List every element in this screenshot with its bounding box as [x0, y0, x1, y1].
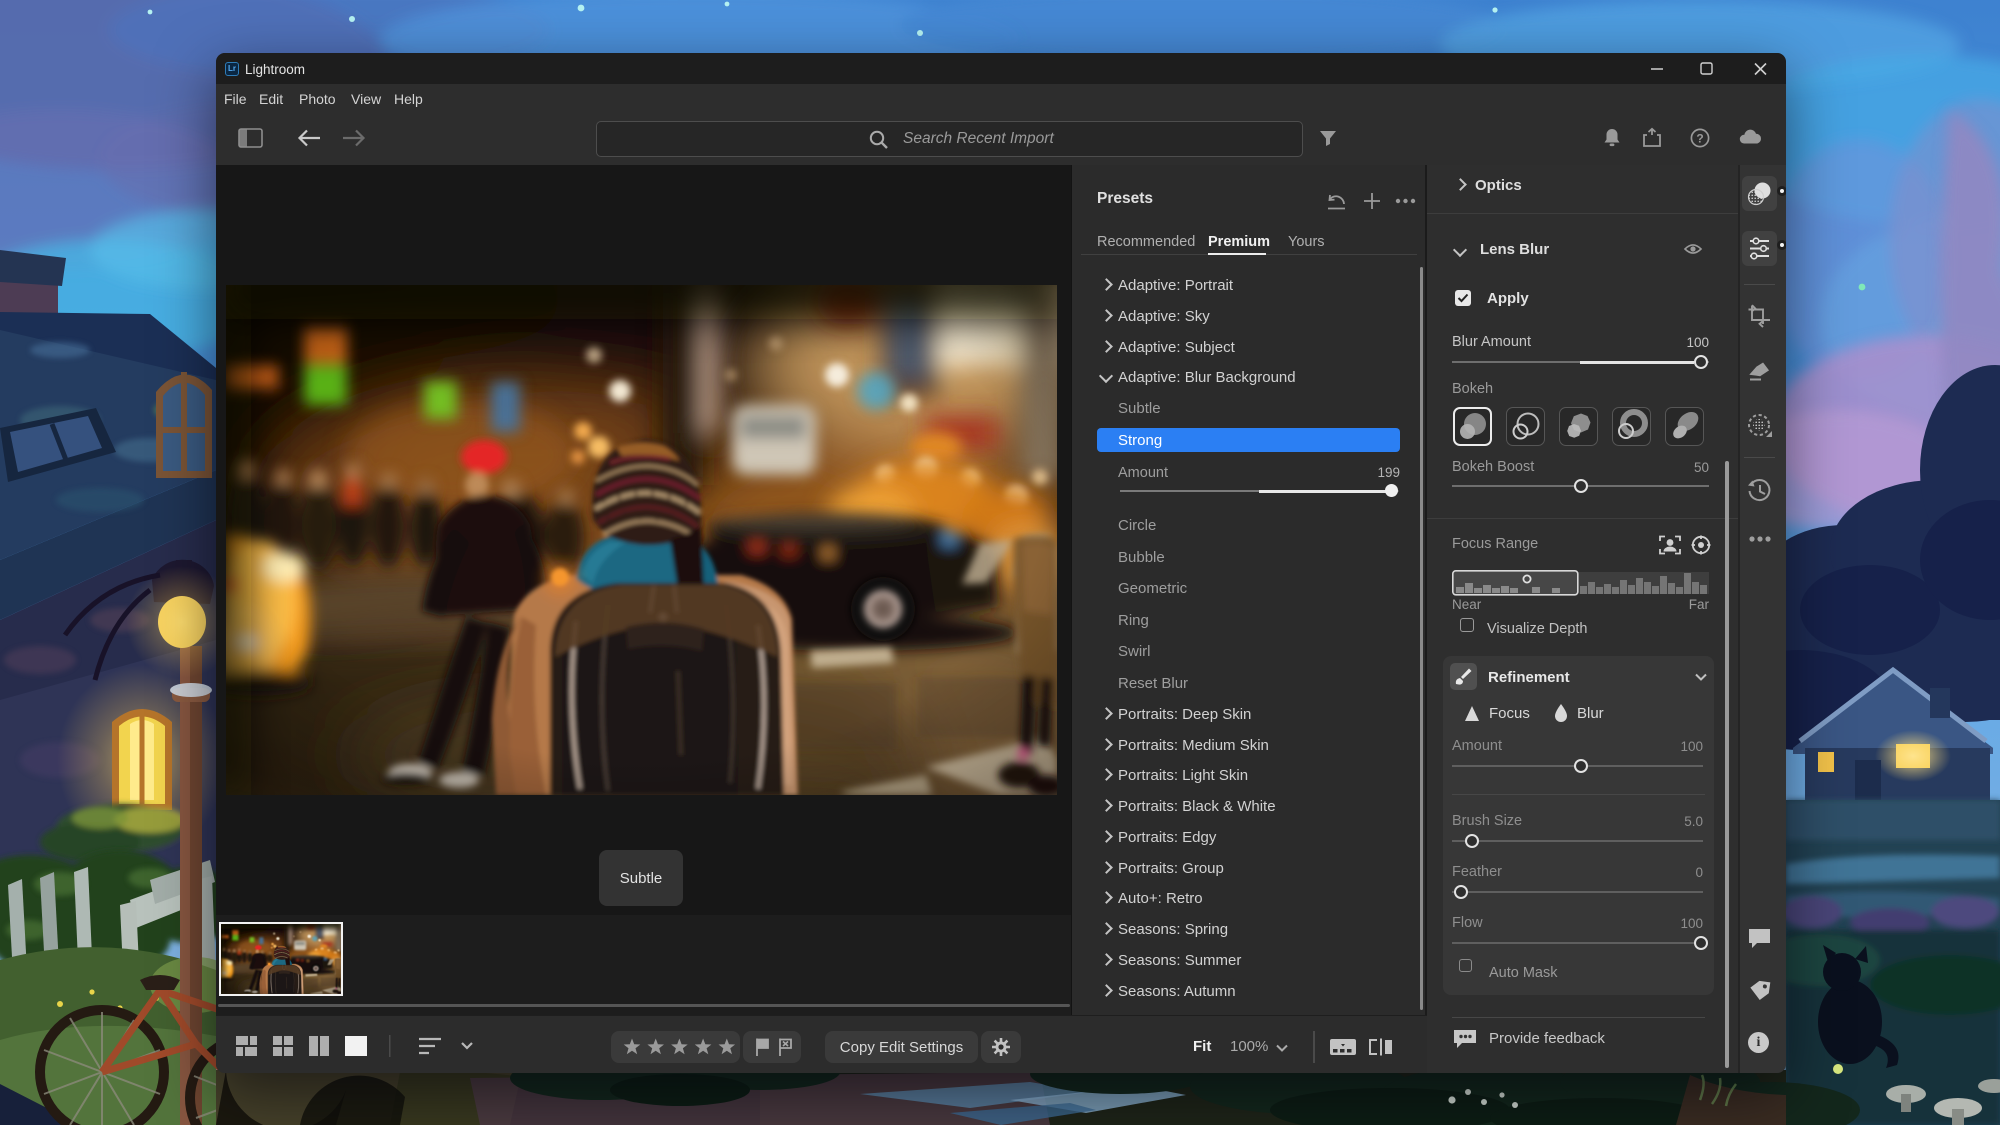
- svg-text:?: ?: [1696, 131, 1703, 145]
